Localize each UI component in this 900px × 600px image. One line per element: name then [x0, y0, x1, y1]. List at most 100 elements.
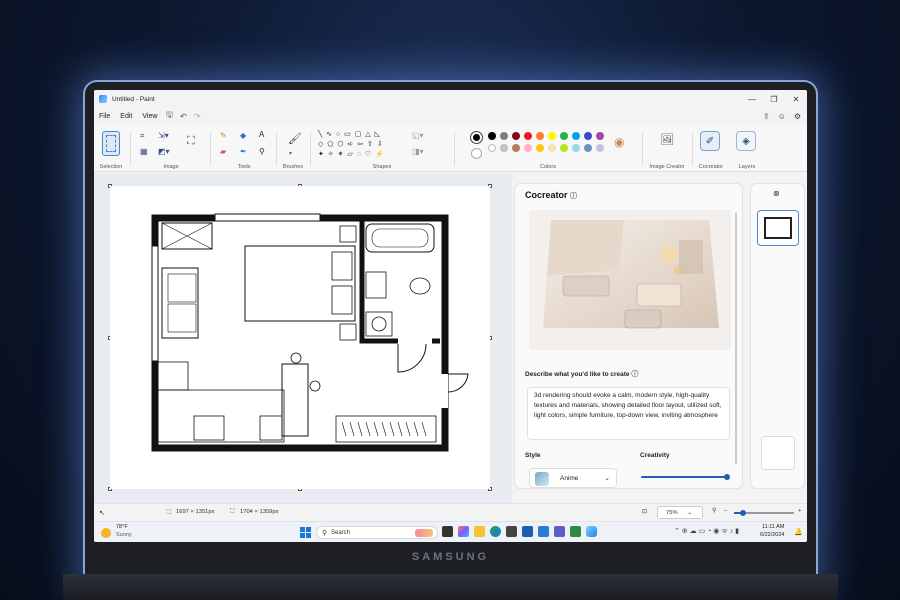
copilot-icon[interactable] [458, 526, 469, 537]
settings-icon[interactable]: ⚙ [794, 112, 801, 121]
selection-size: 1697 × 1351px [176, 509, 215, 515]
zoom-slider[interactable] [734, 510, 794, 516]
image-background-icon[interactable]: ▦ [140, 147, 148, 156]
phone-link-icon[interactable] [538, 526, 549, 537]
menu-view[interactable]: View [137, 113, 162, 120]
layers-icon[interactable]: ◈ [736, 131, 756, 151]
secondary-color[interactable] [471, 148, 482, 159]
undo-icon[interactable]: ↶ [176, 112, 190, 121]
panel-scrollbar[interactable] [735, 212, 737, 464]
clock-time[interactable]: 11:11 AM [762, 524, 784, 530]
notification-icon[interactable]: 🔔 [794, 528, 803, 536]
close-icon[interactable]: ✕ [785, 90, 807, 108]
tray-icons[interactable]: ⌃ ⊕ ☁ ▭ ◔ ◉ ᯤ ♪ ▮ [674, 527, 739, 536]
color-swatch[interactable] [512, 144, 520, 152]
color-swatch[interactable] [536, 132, 544, 140]
eraser-icon[interactable]: ▰ [220, 147, 226, 156]
color-swatch[interactable] [572, 132, 580, 140]
menu-edit[interactable]: Edit [115, 113, 137, 120]
chevron-down-icon: ⌄ [687, 510, 693, 516]
layer-thumbnail-active[interactable] [757, 210, 799, 246]
color-swatch[interactable] [572, 144, 580, 152]
resize-icon[interactable]: ⇲▾ [158, 131, 169, 140]
menu-file[interactable]: File [94, 113, 115, 120]
shapes-row-2[interactable]: ◇ ⬠ ⬡ ➪ ⇦ ⇧ ⇩ [318, 140, 384, 148]
crop-icon[interactable]: ⌗ [140, 131, 145, 141]
info-icon[interactable]: ⓘ [570, 193, 577, 200]
canvas-paper[interactable] [110, 186, 490, 489]
color-swatch[interactable] [512, 132, 520, 140]
background-layer-thumbnail[interactable] [761, 436, 795, 470]
zoom-out-icon[interactable]: ⚲ [712, 508, 716, 514]
remove-background-icon[interactable]: ⛶ [187, 135, 195, 148]
add-layer-icon[interactable]: ⊗ [773, 189, 780, 198]
color-swatch[interactable] [524, 132, 532, 140]
color-swatch[interactable] [596, 132, 604, 140]
color-swatch[interactable] [500, 144, 508, 152]
cocreator-icon[interactable]: ✐ [700, 131, 720, 151]
canvas-size: 1704 × 1359px [240, 509, 279, 515]
washer-drum [371, 316, 387, 332]
creativity-slider[interactable] [641, 474, 730, 480]
style-dropdown[interactable]: Anime ⌄ [529, 468, 617, 488]
slider-thumb[interactable] [724, 474, 730, 480]
selection-size-icon: ⬚ [166, 509, 172, 515]
weather-temp[interactable]: 78°F [116, 524, 128, 530]
shapes-row-1[interactable]: ╲ ∿ ○ ▭ ▢ △ ◺ [318, 130, 381, 138]
color-swatch[interactable] [500, 132, 508, 140]
color-swatch[interactable] [584, 144, 592, 152]
outline-icon[interactable]: ◱▾ [412, 131, 424, 140]
zoom-plus-icon[interactable]: + [798, 508, 801, 514]
edge-icon[interactable] [490, 526, 501, 537]
rotate-icon[interactable]: ◩▾ [158, 147, 170, 156]
color-swatch[interactable] [560, 132, 568, 140]
account-icon[interactable]: ☺ [778, 112, 786, 121]
share-icon[interactable]: ⇪ [763, 112, 770, 121]
xbox-icon[interactable] [570, 526, 581, 537]
zoom-minus-icon[interactable]: − [724, 508, 727, 514]
sun-icon [101, 528, 111, 538]
image-creator-icon[interactable]: 🖼 [660, 133, 674, 146]
outlook-icon[interactable] [522, 526, 533, 537]
toilet [409, 277, 431, 295]
taskbar-search[interactable]: ⚲ Search [316, 526, 438, 539]
color-swatch[interactable] [536, 144, 544, 152]
color-swatch[interactable] [548, 132, 556, 140]
color-swatch[interactable] [488, 132, 496, 140]
fit-to-window-icon[interactable]: ⊡ [642, 509, 647, 515]
color-swatch[interactable] [584, 132, 592, 140]
menu-bar: File Edit View 🖫 ↶ ↷ ⇪ ☺ ⚙ [94, 108, 807, 124]
prompt-input[interactable]: 3d rendering should evoke a calm, modern… [527, 387, 730, 440]
maximize-icon[interactable]: ❐ [763, 90, 785, 108]
magnifier-icon[interactable]: ⚲ [259, 147, 265, 156]
store-icon[interactable] [506, 526, 517, 537]
text-icon[interactable]: A [259, 130, 264, 139]
file-explorer-icon[interactable] [474, 526, 485, 537]
color-swatch[interactable] [524, 144, 532, 152]
fill-icon[interactable]: ◆ [240, 131, 246, 140]
info-icon[interactable]: ⓘ [631, 371, 638, 378]
selection-tool-icon[interactable] [102, 131, 120, 156]
shape-fill-icon[interactable]: ◨▾ [412, 147, 424, 156]
color-swatch[interactable] [560, 144, 568, 152]
color-swatch[interactable] [596, 144, 604, 152]
minimize-icon[interactable]: — [741, 90, 763, 108]
brush-icon[interactable]: 🖌 [288, 132, 302, 145]
edit-colors-icon[interactable]: ◉ [614, 135, 624, 149]
start-icon[interactable] [300, 527, 311, 538]
zoom-dropdown[interactable]: 75% ⌄ [657, 506, 703, 519]
color-swatch[interactable] [548, 144, 556, 152]
color-picker-icon[interactable]: ✒ [240, 147, 247, 156]
chevron-down-icon[interactable]: ▾ [289, 150, 292, 157]
generated-image[interactable] [529, 210, 731, 350]
save-icon[interactable]: 🖫 [162, 109, 176, 123]
shapes-row-3[interactable]: ✦ ✧ ✶ ▱ ◌ ♡ ⚡ [318, 150, 385, 158]
pencil-icon[interactable]: ✎ [220, 131, 227, 140]
teams-icon[interactable] [554, 526, 565, 537]
task-view-icon[interactable] [442, 526, 453, 537]
redo-icon[interactable]: ↷ [190, 112, 204, 121]
primary-color[interactable] [470, 131, 483, 144]
paint-taskbar-icon[interactable] [586, 526, 597, 537]
color-swatch[interactable] [488, 144, 496, 152]
zoom-slider-thumb[interactable] [740, 510, 746, 516]
